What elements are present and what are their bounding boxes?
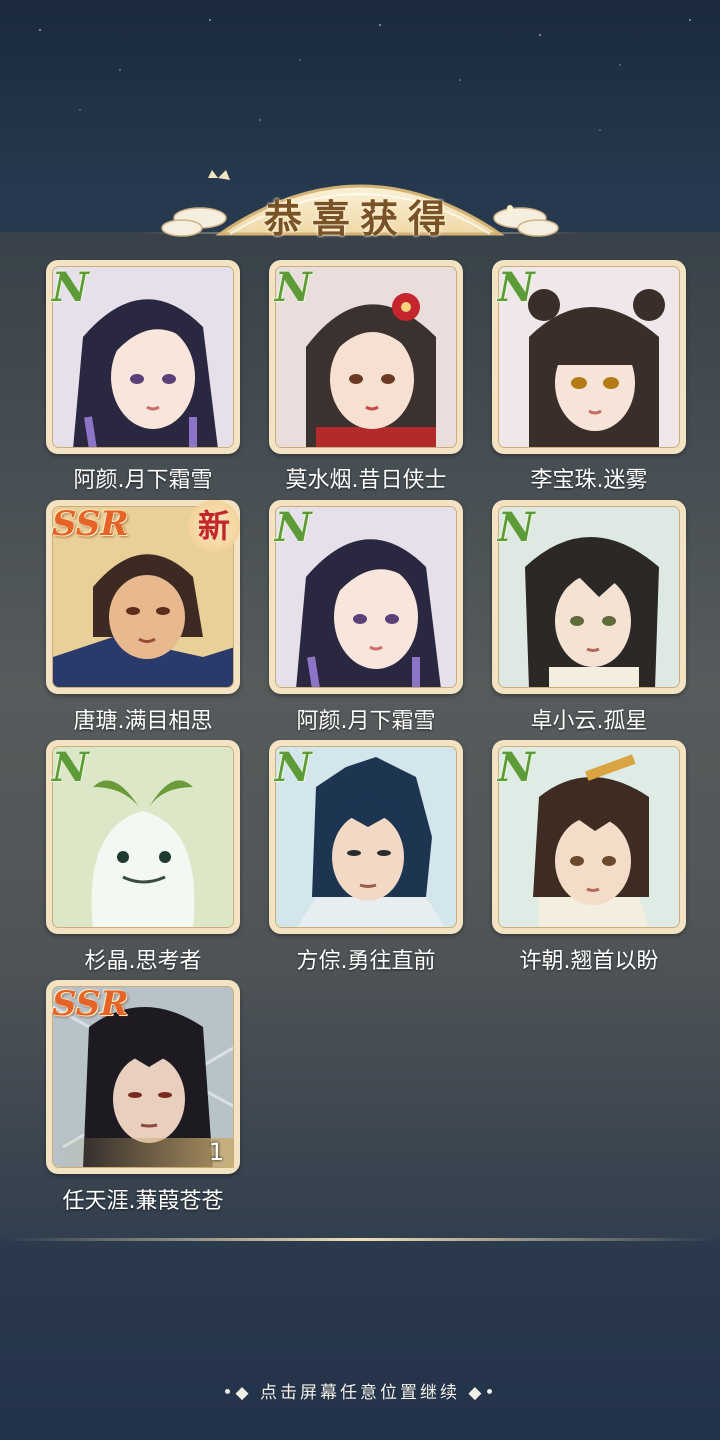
- card-name: 唐瑭.满目相思: [73, 709, 213, 734]
- rarity-badge: N: [275, 504, 312, 551]
- card-3[interactable]: N: [492, 260, 686, 454]
- card-name: 杉晶.思考者: [84, 949, 202, 974]
- rarity-badge: N: [275, 264, 312, 311]
- rarity-badge: SSR: [52, 504, 129, 544]
- rarity-badge: N: [498, 744, 535, 791]
- card-name: 方倧.勇往直前: [296, 949, 436, 974]
- card-1[interactable]: N: [46, 260, 240, 454]
- right-diamond-icon: ◆•: [468, 1383, 498, 1403]
- card-name: 任天涯.蒹葭苍苍: [62, 1189, 224, 1214]
- continue-text: 点击屏幕任意位置继续: [260, 1383, 460, 1403]
- rarity-badge: N: [52, 264, 89, 311]
- rarity-badge: N: [498, 504, 535, 551]
- card-name: 莫水烟.昔日侠士: [285, 468, 447, 493]
- card-name: 卓小云.孤星: [530, 709, 648, 734]
- rarity-badge: N: [52, 744, 89, 791]
- card-6[interactable]: N: [492, 500, 686, 694]
- card-9[interactable]: N: [492, 740, 686, 934]
- rarity-badge: N: [275, 744, 312, 791]
- card-8[interactable]: N: [269, 740, 463, 934]
- card-10[interactable]: SSR 1: [46, 980, 240, 1174]
- card-count: 1: [208, 1138, 224, 1166]
- count-bar: [52, 1138, 234, 1168]
- card-name: 阿颜.月下霜雪: [296, 709, 436, 734]
- title-banner: 恭喜获得: [160, 148, 560, 244]
- left-diamond-icon: •◆: [222, 1383, 252, 1403]
- new-badge: 新: [188, 500, 240, 552]
- card-name: 许朝.翘首以盼: [519, 949, 659, 974]
- card-5[interactable]: N: [269, 500, 463, 694]
- card-7[interactable]: N: [46, 740, 240, 934]
- card-4[interactable]: SSR 新: [46, 500, 240, 694]
- tap-to-continue-hint[interactable]: •◆ 点击屏幕任意位置继续 ◆•: [0, 1378, 720, 1403]
- card-name: 李宝珠.迷雾: [530, 468, 648, 493]
- panel-bottom-divider: [0, 1238, 720, 1241]
- rarity-badge: N: [498, 264, 535, 311]
- rarity-badge: SSR: [52, 984, 129, 1024]
- card-name: 阿颜.月下霜雪: [73, 468, 213, 493]
- title-text: 恭喜获得: [263, 196, 456, 241]
- card-2[interactable]: N: [269, 260, 463, 454]
